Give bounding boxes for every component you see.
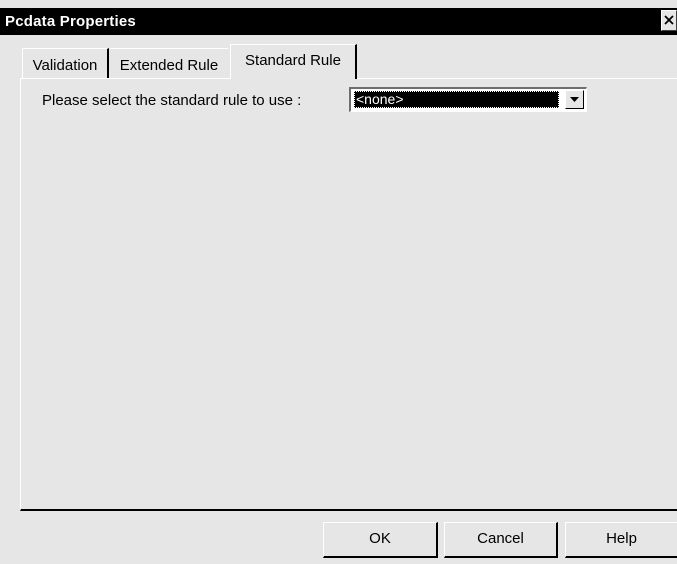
tab-standard-rule-label: Standard Rule bbox=[245, 52, 341, 69]
tab-validation[interactable]: Validation bbox=[22, 48, 109, 78]
tab-validation-label: Validation bbox=[32, 57, 98, 74]
chevron-down-icon bbox=[570, 97, 579, 102]
tab-extended-rule[interactable]: Extended Rule bbox=[110, 48, 228, 78]
help-button[interactable]: Help bbox=[565, 522, 677, 558]
standard-rule-select[interactable]: <none> bbox=[349, 87, 587, 112]
properties-dialog: Pcdata Properties Validation Extended Ru… bbox=[0, 0, 677, 564]
dropdown-button[interactable] bbox=[565, 90, 584, 109]
tab-standard-rule[interactable]: Standard Rule bbox=[230, 44, 357, 79]
close-icon bbox=[664, 15, 674, 25]
close-button[interactable] bbox=[661, 10, 677, 31]
standard-rule-prompt: Please select the standard rule to use : bbox=[42, 92, 302, 109]
window-title: Pcdata Properties bbox=[5, 13, 136, 30]
ok-button[interactable]: OK bbox=[323, 522, 438, 558]
tab-extended-rule-label: Extended Rule bbox=[119, 57, 219, 74]
tab-panel-standard-rule bbox=[20, 78, 677, 511]
standard-rule-select-value: <none> bbox=[354, 91, 559, 108]
title-bar[interactable]: Pcdata Properties bbox=[0, 8, 677, 35]
cancel-button[interactable]: Cancel bbox=[444, 522, 558, 558]
